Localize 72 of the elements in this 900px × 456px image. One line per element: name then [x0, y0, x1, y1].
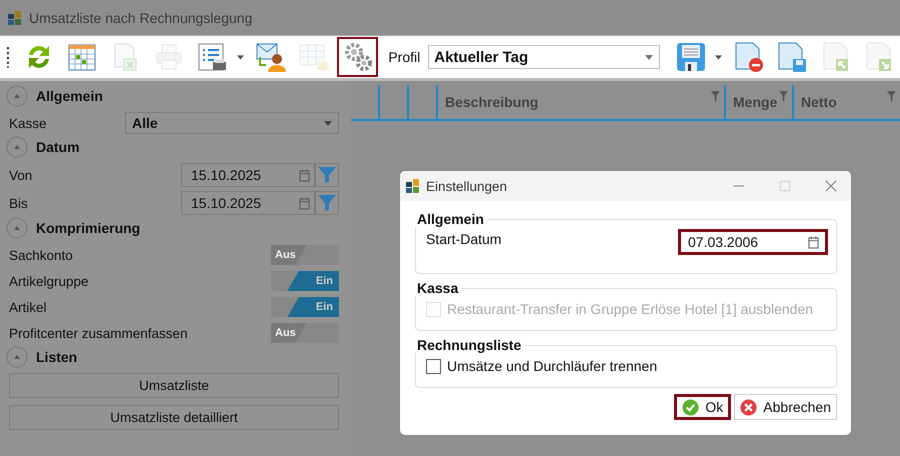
collapse-toggle-icon[interactable]	[6, 217, 28, 239]
checkbox[interactable]	[426, 358, 441, 374]
toggle-switch[interactable]: Ein	[271, 271, 339, 291]
field-label: Sachkonto	[9, 248, 73, 262]
ok-button[interactable]: Ok	[674, 394, 732, 420]
list-button[interactable]: Umsatzliste detailliert	[9, 405, 339, 430]
toggle-state: Ein	[314, 301, 334, 313]
toggle-state: Aus	[274, 249, 297, 261]
field-label: Bis	[9, 196, 28, 210]
toggle-state: Aus	[274, 327, 297, 339]
date-value: 15.10.2025	[191, 195, 262, 211]
dropdown-caret-icon[interactable]	[715, 54, 722, 60]
section-title: Komprimierung	[36, 220, 140, 236]
checkbox-label: Restaurant-Transfer in Gruppe Erlöse Hotel [1] ausblenden	[447, 301, 814, 317]
list-button[interactable]: Umsatzliste	[9, 373, 339, 398]
section-title: Allgemein	[36, 88, 103, 104]
group-title: Rechnungsliste	[416, 337, 522, 353]
document-save-icon	[776, 41, 808, 73]
close-icon[interactable]	[825, 180, 837, 192]
cancel-icon	[740, 398, 758, 416]
select-field[interactable]: Alle	[125, 112, 339, 134]
filter-icon[interactable]	[779, 91, 788, 102]
toggle-switch[interactable]: Aus	[271, 323, 339, 343]
profile-dropdown[interactable]: Aktueller Tag	[428, 45, 660, 69]
filter-button[interactable]	[315, 191, 339, 215]
collapse-toggle-icon[interactable]	[6, 346, 28, 368]
date-field[interactable]: 15.10.2025	[181, 191, 315, 215]
list-print-icon	[196, 41, 228, 73]
cancel-button[interactable]: Abbrechen	[734, 394, 837, 420]
date-value: 15.10.2025	[191, 167, 262, 183]
date-field[interactable]: 15.10.2025	[181, 163, 315, 187]
app-logo-icon	[8, 10, 22, 24]
mail-user-icon	[254, 41, 287, 73]
toolbar-button[interactable]	[336, 37, 378, 77]
toggle-switch[interactable]: Ein	[271, 297, 339, 317]
calendar-icon[interactable]	[808, 236, 819, 248]
document-remove-icon	[732, 41, 765, 73]
date-value: 07.03.2006	[688, 234, 758, 250]
app-logo-icon	[406, 179, 420, 193]
collapse-toggle-icon[interactable]	[6, 85, 28, 107]
collapse-toggle-icon[interactable]	[6, 136, 28, 158]
field-label: Artikel	[9, 300, 47, 314]
filter-icon	[317, 166, 337, 184]
save-icon	[674, 41, 707, 73]
filter-button[interactable]	[315, 163, 339, 187]
check-icon	[682, 398, 700, 416]
field-label: Profitcenter zusammenfassen	[9, 326, 188, 340]
checkbox-label: Umsätze und Durchläufer trennen	[447, 358, 658, 374]
dialog-title: Einstellungen	[426, 178, 508, 194]
filter-icon[interactable]	[887, 91, 896, 102]
toggle-state: Ein	[314, 275, 334, 287]
field-label: Von	[9, 168, 32, 182]
grip-icon[interactable]	[6, 46, 10, 68]
maximize-icon[interactable]	[779, 180, 791, 192]
field-label: Artikelgruppe	[9, 274, 89, 288]
section-title: Datum	[36, 139, 80, 155]
profile-value: Aktueller Tag	[434, 48, 528, 66]
select-value: Alle	[132, 115, 158, 131]
group-title: Allgemein	[416, 211, 485, 227]
toggle-switch[interactable]: Aus	[271, 245, 339, 265]
dropdown-caret-icon	[644, 54, 653, 60]
filter-icon	[317, 194, 337, 212]
window-title: Umsatzliste nach Rechnungslegung	[29, 10, 252, 26]
profile-label: Profil	[388, 49, 420, 65]
section-title: Listen	[36, 349, 78, 365]
field-label: Start-Datum	[426, 230, 502, 247]
date-field[interactable]: 07.03.2006	[678, 229, 828, 255]
dropdown-caret-icon[interactable]	[237, 54, 244, 60]
filter-icon[interactable]	[711, 91, 720, 102]
dropdown-caret-icon	[324, 120, 332, 126]
field-label: Kasse	[9, 116, 47, 130]
group-title: Kassa	[416, 280, 460, 296]
